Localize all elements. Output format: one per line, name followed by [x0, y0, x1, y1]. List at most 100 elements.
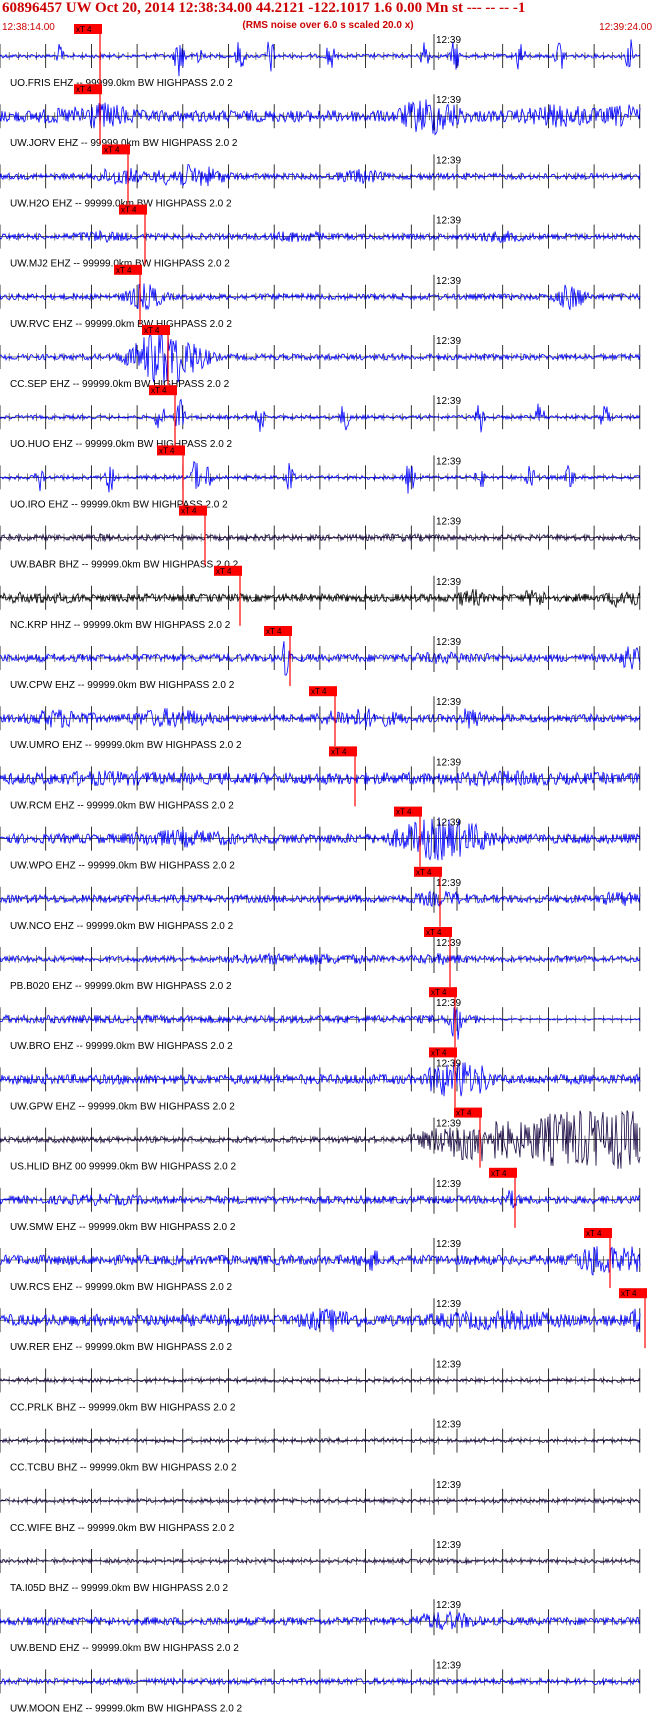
station-label: UO.HUO EHZ -- 99999.0km BW HIGHPASS 2.0 …	[10, 439, 233, 450]
minute-label: 12:39	[436, 396, 461, 407]
minute-label: 12:39	[436, 456, 461, 467]
station-label: CC.SEP EHZ -- 99999.0km BW HIGHPASS 2.0 …	[10, 379, 230, 390]
minute-label: 12:39	[436, 155, 461, 166]
station-label: UW.CPW EHZ -- 99999.0km BW HIGHPASS 2.0 …	[10, 680, 235, 691]
trace-row: 12:39UW.NCO EHZ -- 99999.0km BW HIGHPASS…	[0, 866, 641, 932]
pick-label: xT 4	[181, 507, 197, 516]
station-label: UW.RCM EHZ -- 99999.0km BW HIGHPASS 2.0 …	[10, 800, 234, 811]
trace-row: 12:39 CC.SEP EHZ -- 99999.0km BW HIGHPASS…	[0, 325, 641, 390]
station-label: UW.BABR BHZ -- 99999.0km BW HIGHPASS 2.0…	[10, 560, 239, 571]
trace-row: 12:39 UW.BRO EHZ -- 99999.0km BW HIGHPASS…	[0, 987, 641, 1052]
trace-row: 12:39 UW.RVC EHZ -- 99999.0km BW HIGHPASS…	[0, 264, 641, 330]
pick-label: xT 4	[151, 386, 167, 395]
station-label: UW.WPO EHZ -- 99999.0km BW HIGHPASS 2.0 …	[10, 861, 235, 872]
pick-label: xT 4	[216, 567, 232, 576]
pick-label: xT 4	[426, 928, 442, 937]
station-label: UW.SMW EHZ -- 99999.0km BW HIGHPASS 2.0 …	[10, 1222, 236, 1233]
minute-label: 12:39	[436, 697, 461, 708]
minute-label: 12:39	[436, 938, 461, 949]
trace-row: 12:39 UW.RCM EHZ -- 99999.0km BW HIGHPASS…	[0, 746, 641, 811]
pick-label: xT 4	[586, 1229, 602, 1238]
pick-label: xT 4	[456, 1109, 472, 1118]
station-label: UW.BEND EHZ -- 99999.0km BW HIGHPASS 2.0…	[10, 1643, 239, 1654]
minute-label: 12:39	[436, 818, 461, 829]
minute-label: 12:39	[436, 216, 461, 227]
pick-label: xT 4	[311, 687, 327, 696]
station-label: UO.FRIS EHZ -- 99999.0km BW HIGHPASS 2.0…	[10, 78, 233, 89]
station-label: CC.PRLK BHZ -- 99999.0km BW HIGHPASS 2.0…	[10, 1402, 236, 1413]
pick-label: xT 4	[104, 145, 120, 154]
station-label: UW.RER EHZ -- 99999.0km BW HIGHPASS 2.0 …	[10, 1342, 233, 1353]
minute-label: 12:39	[436, 35, 461, 46]
minute-label: 12:39	[436, 1119, 461, 1130]
trace-row: 12:39 UO.FRIS EHZ -- 99999.0km BW HIGHPAS…	[0, 24, 641, 89]
trace-row: 12:39 US.HLID BHZ 00 99999.0km BW HIGHPAS…	[0, 1107, 641, 1173]
minute-label: 12:39	[436, 998, 461, 1009]
station-label: NC.KRP HHZ -- 99999.0km BW HIGHPASS 2.0 …	[10, 620, 231, 631]
minute-label: 12:39	[436, 1179, 461, 1190]
minute-label: 12:39	[436, 336, 461, 347]
pick-label: xT 4	[159, 446, 175, 455]
trace-row: 12:39UO.IRO EHZ -- 99999.0km BW HIGHPASS…	[0, 445, 641, 510]
station-label: UW.UMRO EHZ -- 99999.0km BW HIGHPASS 2.0…	[10, 740, 242, 751]
pick-label: xT 4	[144, 326, 160, 335]
minute-label: 12:39	[436, 577, 461, 588]
station-label: CC.TCBU BHZ -- 99999.0km BW HIGHPASS 2.0…	[10, 1463, 237, 1474]
seismogram-plot: 12:39 UO.FRIS EHZ -- 99999.0km BW HIGHPAS…	[0, 24, 647, 1714]
pick-label: xT 4	[76, 85, 92, 94]
trace-row: 12:39 UO.HUO EHZ -- 99999.0km BW HIGHPASS…	[0, 385, 641, 450]
minute-label: 12:39	[436, 1600, 461, 1611]
pick-label: xT 4	[76, 25, 92, 34]
station-label: UW.RVC EHZ -- 99999.0km BW HIGHPASS 2.0 …	[10, 319, 232, 330]
minute-label: 12:39	[436, 517, 461, 528]
pick-label: xT 4	[121, 206, 137, 215]
pick-label: xT 4	[116, 266, 132, 275]
station-label: CC.WIFE BHZ -- 99999.0km BW HIGHPASS 2.0…	[10, 1523, 235, 1534]
station-label: UW.RCS EHZ -- 99999.0km BW HIGHPASS 2.0 …	[10, 1282, 233, 1293]
trace-row: 12:39UW.H2O EHZ -- 99999.0km BW HIGHPASS…	[0, 144, 641, 209]
minute-label: 12:39	[436, 95, 461, 106]
trace-row: 12:39 UW.RER EHZ -- 99999.0km BW HIGHPASS…	[0, 1288, 647, 1353]
station-label: UW.BRO EHZ -- 99999.0km BW HIGHPASS 2.0 …	[10, 1041, 233, 1052]
trace-row: 12:39 UW.WPO EHZ -- 99999.0km BW HIGHPASS…	[0, 806, 641, 872]
trace-row: 12:39 UW.UMRO EHZ -- 99999.0km BW HIGHPAS…	[0, 686, 641, 751]
minute-label: 12:39	[436, 1058, 461, 1069]
station-label: UW.MOON EHZ -- 99999.0km BW HIGHPASS 2.0…	[10, 1703, 243, 1714]
station-label: UW.GPW EHZ -- 99999.0km BW HIGHPASS 2.0 …	[10, 1101, 235, 1112]
minute-label: 12:39	[436, 637, 461, 648]
trace-row: 12:39 CC.PRLK BHZ -- 99999.0km BW HIGHPAS…	[0, 1358, 641, 1413]
minute-label: 12:39	[436, 757, 461, 768]
pick-label: xT 4	[331, 747, 347, 756]
trace-row: 12:39 NC.KRP HHZ -- 99999.0km BW HIGHPASS…	[0, 565, 641, 631]
pick-label: xT 4	[431, 1048, 447, 1057]
pick-label: xT 4	[266, 627, 282, 636]
trace-row: 12:39 UW.SMW EHZ -- 99999.0km BW HIGHPASS…	[0, 1167, 641, 1233]
trace-row: 12:39 TA.I05D BHZ -- 99999.0km BW HIGHPAS…	[0, 1539, 641, 1594]
minute-label: 12:39	[436, 1299, 461, 1310]
minute-label: 12:39	[436, 1239, 461, 1250]
trace-row: 12:39 CC.TCBU BHZ -- 99999.0km BW HIGHPAS…	[0, 1418, 641, 1474]
station-label: UW.NCO EHZ -- 99999.0km BW HIGHPASS 2.0 …	[10, 921, 234, 932]
minute-label: 12:39	[436, 276, 461, 287]
station-label: US.HLID BHZ 00 99999.0km BW HIGHPASS 2.0…	[10, 1162, 236, 1173]
pick-label: xT 4	[416, 868, 432, 877]
trace-row: 12:39UW.JORV EHZ -- 99999.0km BW HIGHPAS…	[0, 84, 641, 149]
pick-label: xT 4	[396, 808, 412, 817]
station-label: TA.I05D BHZ -- 99999.0km BW HIGHPASS 2.0…	[10, 1583, 228, 1594]
station-label: PB.B020 EHZ -- 99999.0km BW HIGHPASS 2.0…	[10, 981, 232, 992]
trace-row: 12:39 PB.B020 EHZ -- 99999.0km BW HIGHPAS…	[0, 927, 641, 992]
minute-label: 12:39	[436, 1660, 461, 1671]
trace-row: 12:39 UW.BABR BHZ -- 99999.0km BW HIGHPAS…	[0, 505, 641, 571]
minute-label: 12:39	[436, 1359, 461, 1370]
trace-row: 12:39 UW.CPW EHZ -- 99999.0km BW HIGHPASS…	[0, 626, 641, 691]
trace-row: 12:39 UW.MOON EHZ -- 99999.0km BW HIGHPAS…	[0, 1659, 641, 1714]
trace-row: 12:39 CC.WIFE BHZ -- 99999.0km BW HIGHPAS…	[0, 1478, 641, 1534]
trace-row: 12:39 UW.RCS EHZ -- 99999.0km BW HIGHPASS…	[0, 1228, 641, 1293]
pick-label: xT 4	[491, 1169, 507, 1178]
trace-row: 12:39 UW.GPW EHZ -- 99999.0km BW HIGHPASS…	[0, 1047, 641, 1112]
minute-label: 12:39	[436, 1420, 461, 1431]
minute-label: 12:39	[436, 1540, 461, 1551]
trace-row: 12:39 UW.BEND EHZ -- 99999.0km BW HIGHPAS…	[0, 1599, 641, 1654]
trace-row: 12:39UW.MJ2 EHZ -- 99999.0km BW HIGHPASS…	[0, 204, 641, 270]
pick-label: xT 4	[621, 1289, 637, 1298]
